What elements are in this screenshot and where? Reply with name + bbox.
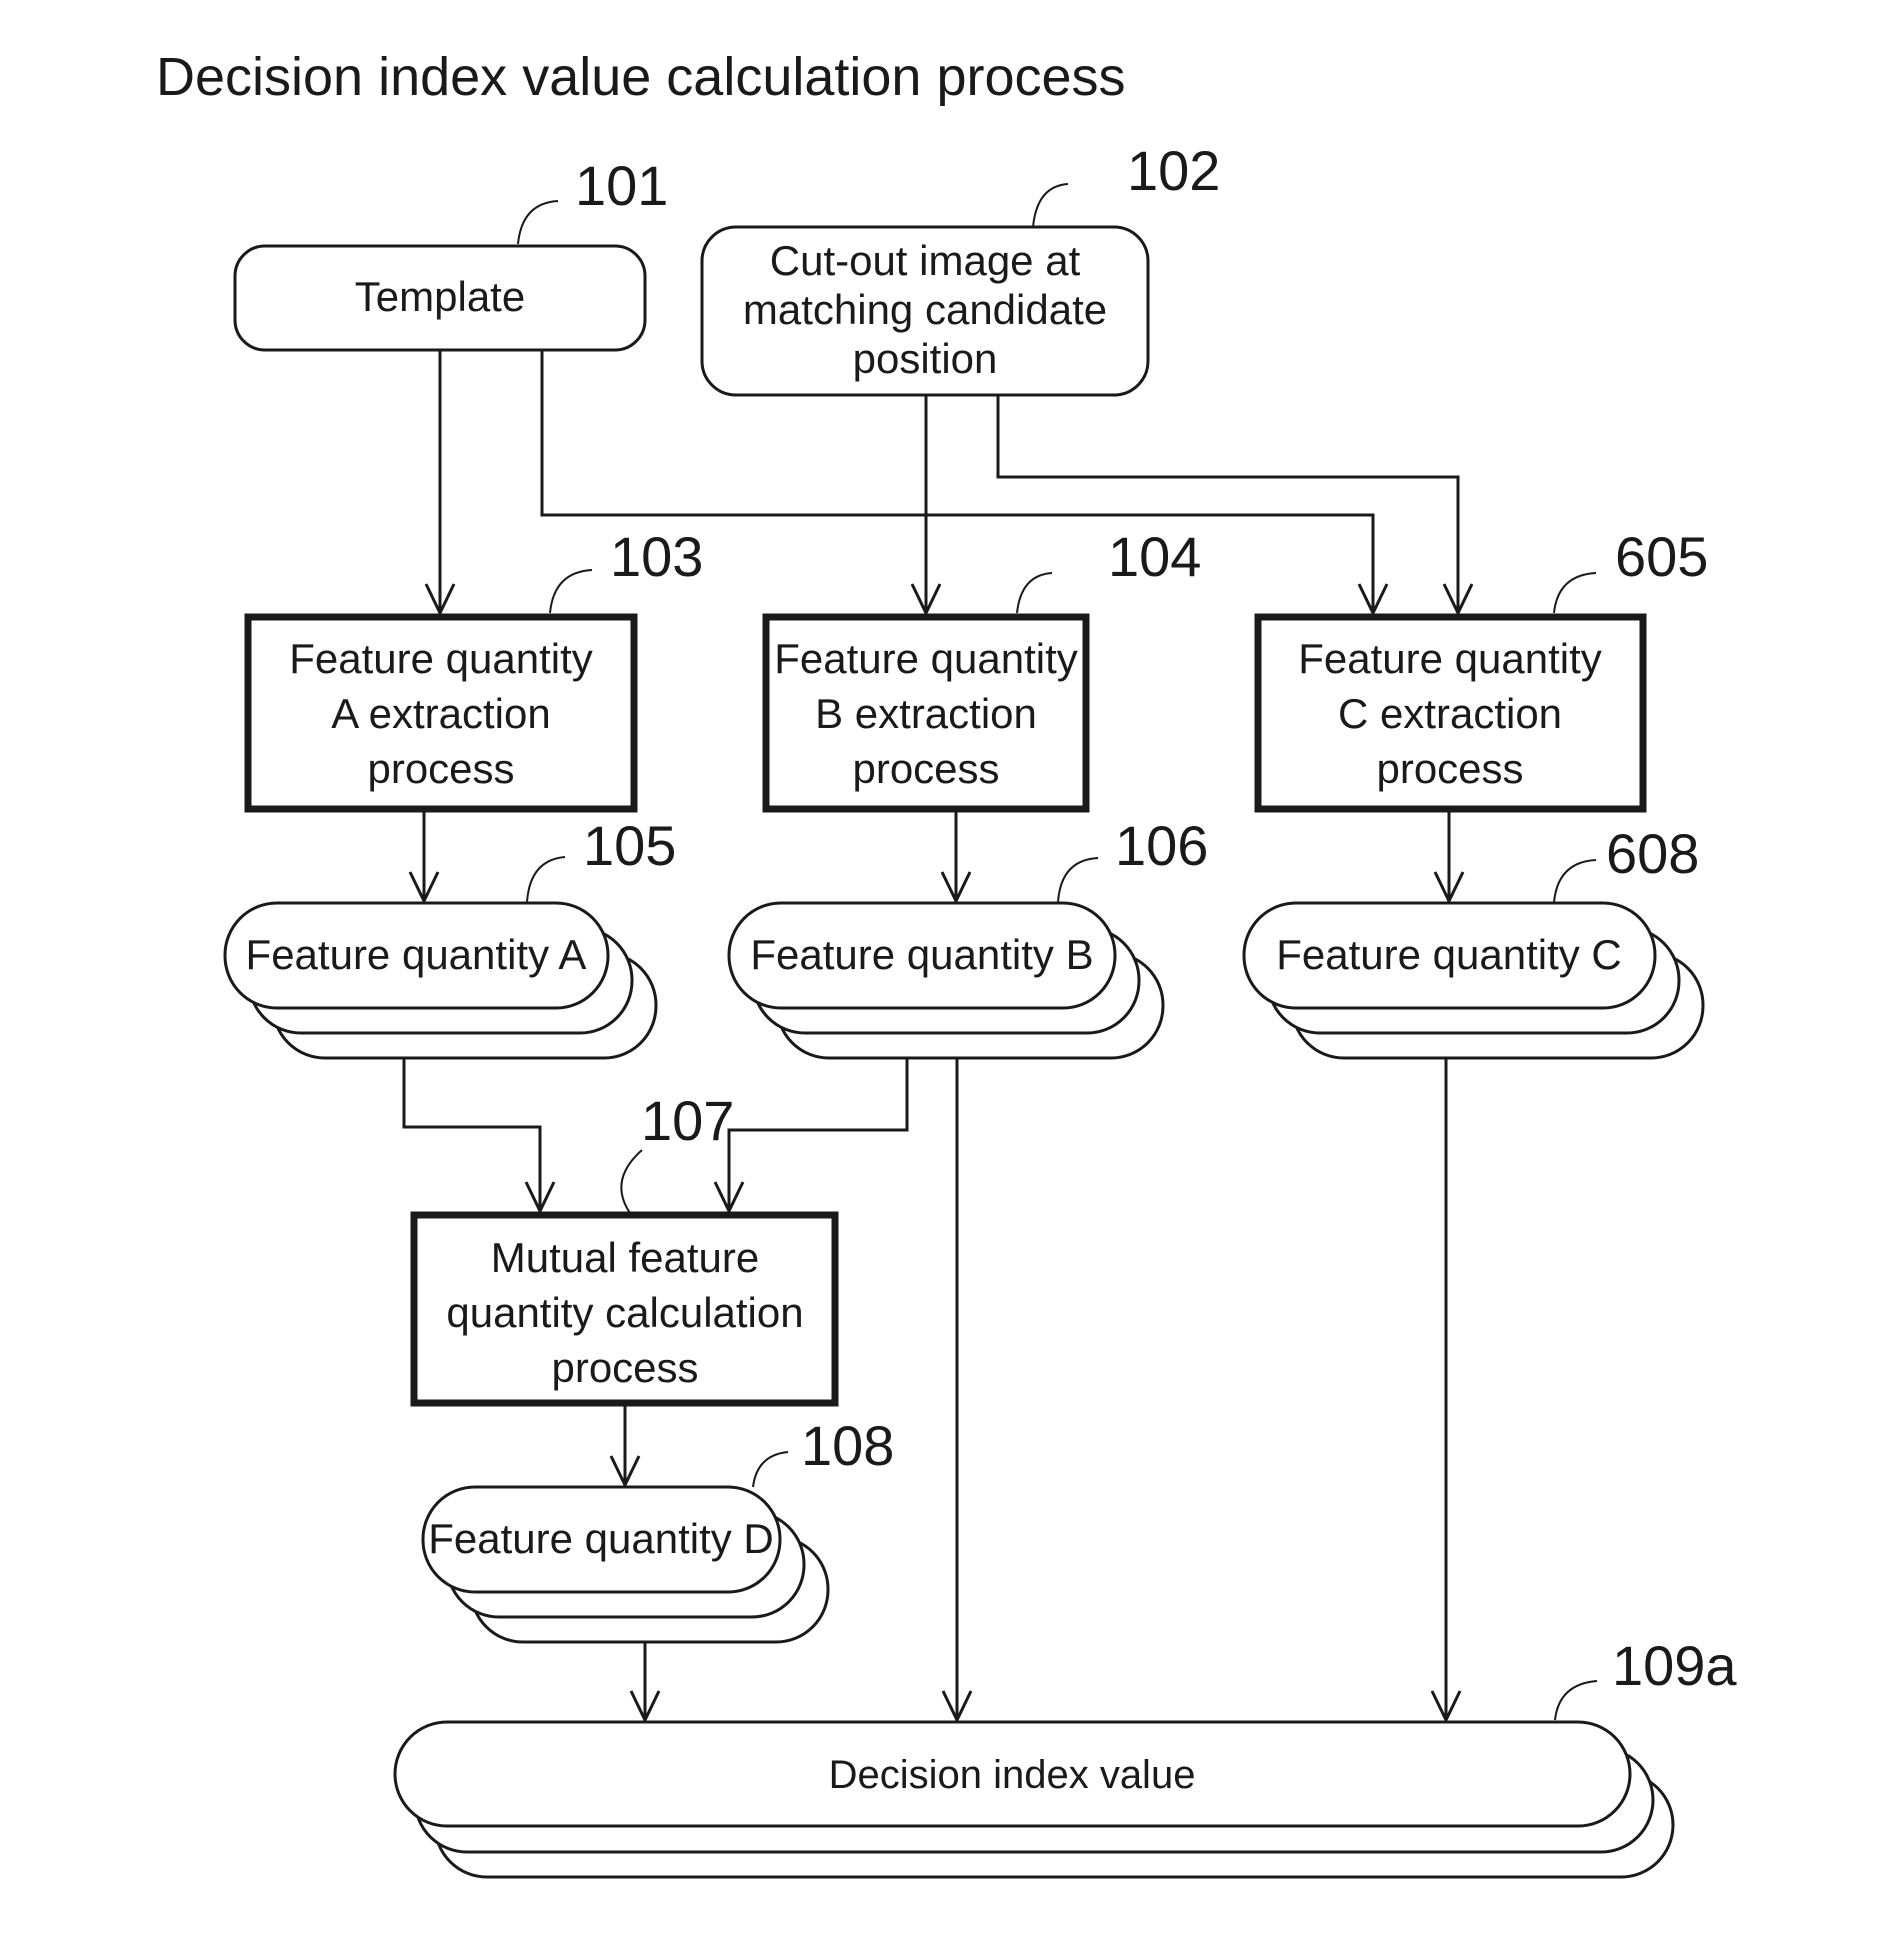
template-label: Template xyxy=(355,273,525,320)
node-extract-c: Feature quantity C extraction process xyxy=(1254,613,1647,813)
mutual-line-1: Mutual feature xyxy=(491,1234,760,1281)
ref-105: 105 xyxy=(583,814,676,877)
extract-c-line-3: process xyxy=(1376,745,1523,792)
node-feature-c: Feature quantity C xyxy=(1242,901,1705,1060)
mutual-line-3: process xyxy=(551,1344,698,1391)
node-mutual: Mutual feature quantity calculation proc… xyxy=(410,1211,839,1407)
extract-b-line-1: Feature quantity xyxy=(774,635,1078,682)
ref-101: 101 xyxy=(575,154,668,217)
extract-b-line-2: B extraction xyxy=(815,690,1037,737)
cutout-label-line-1: Cut-out image at xyxy=(770,237,1081,284)
node-feature-b: Feature quantity B xyxy=(727,901,1165,1060)
node-extract-b: Feature quantity B extraction process xyxy=(762,613,1090,813)
ref-107: 107 xyxy=(641,1089,734,1152)
node-template: Template xyxy=(233,244,647,352)
extract-b-line-3: process xyxy=(852,745,999,792)
cutout-label-line-3: position xyxy=(853,335,998,382)
node-extract-a: Feature quantity A extraction process xyxy=(244,613,638,813)
ref-608: 608 xyxy=(1606,822,1699,885)
ref-102: 102 xyxy=(1127,139,1220,202)
extract-c-line-2: C extraction xyxy=(1338,690,1562,737)
flow-diagram: Decision index value calculation process xyxy=(0,0,1889,1959)
ref-104: 104 xyxy=(1108,525,1201,588)
ref-605: 605 xyxy=(1615,525,1708,588)
ref-108: 108 xyxy=(801,1414,894,1477)
node-decision: Decision index value xyxy=(393,1720,1675,1879)
ref-106: 106 xyxy=(1115,814,1208,877)
node-feature-d: Feature quantity D xyxy=(421,1485,830,1644)
diagram-title: Decision index value calculation process xyxy=(156,47,1126,107)
extract-a-line-3: process xyxy=(367,745,514,792)
node-cutout: Cut-out image at matching candidate posi… xyxy=(700,225,1150,397)
feature-c-label: Feature quantity C xyxy=(1276,931,1622,978)
ref-109a: 109a xyxy=(1612,1634,1737,1697)
cutout-label-line-2: matching candidate xyxy=(743,286,1107,333)
feature-d-label: Feature quantity D xyxy=(428,1515,774,1562)
mutual-line-2: quantity calculation xyxy=(446,1289,803,1336)
node-feature-a: Feature quantity A xyxy=(223,901,658,1060)
ref-103: 103 xyxy=(610,525,703,588)
decision-label: Decision index value xyxy=(829,1753,1196,1797)
feature-a-label: Feature quantity A xyxy=(246,931,587,978)
feature-b-label: Feature quantity B xyxy=(750,931,1093,978)
extract-a-line-2: A extraction xyxy=(331,690,550,737)
extract-c-line-1: Feature quantity xyxy=(1298,635,1602,682)
extract-a-line-1: Feature quantity xyxy=(289,635,593,682)
